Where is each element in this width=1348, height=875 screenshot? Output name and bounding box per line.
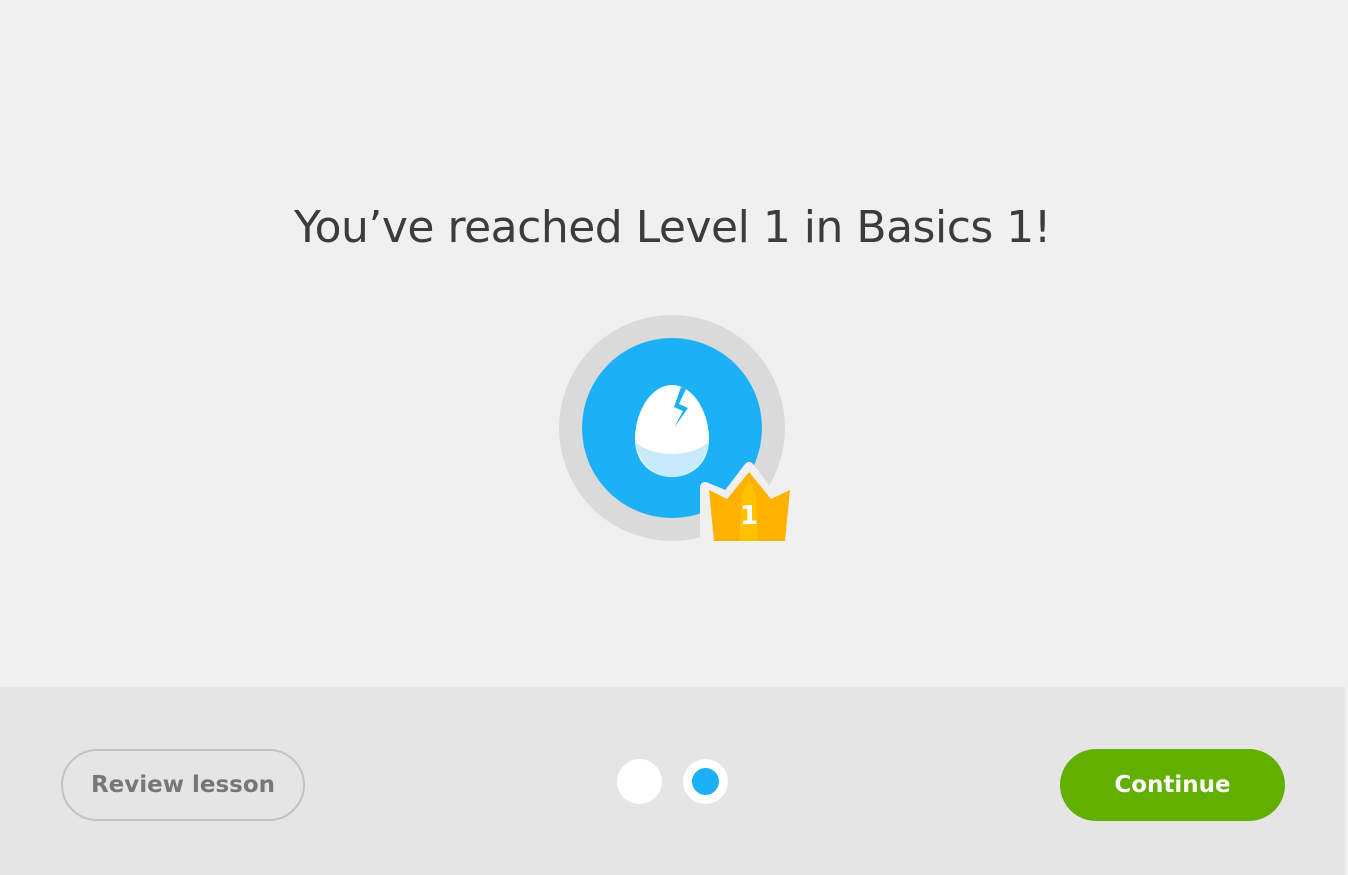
skill-badge-graphic: 1: [559, 315, 795, 548]
crown-level-number: 1: [740, 501, 758, 531]
main-panel: You’ve reached Level 1 in Basics 1! 1: [0, 0, 1348, 687]
lesson-complete-screen: You’ve reached Level 1 in Basics 1! 1 Re…: [0, 0, 1348, 875]
continue-button[interactable]: Continue: [1060, 749, 1285, 821]
page-dot-2-active[interactable]: [683, 759, 728, 804]
skill-badge: 1: [559, 315, 799, 555]
page-indicator: [617, 759, 729, 805]
review-lesson-button[interactable]: Review lesson: [61, 749, 305, 821]
page-dot-1[interactable]: [617, 759, 662, 804]
level-up-headline: You’ve reached Level 1 in Basics 1!: [294, 202, 1051, 253]
